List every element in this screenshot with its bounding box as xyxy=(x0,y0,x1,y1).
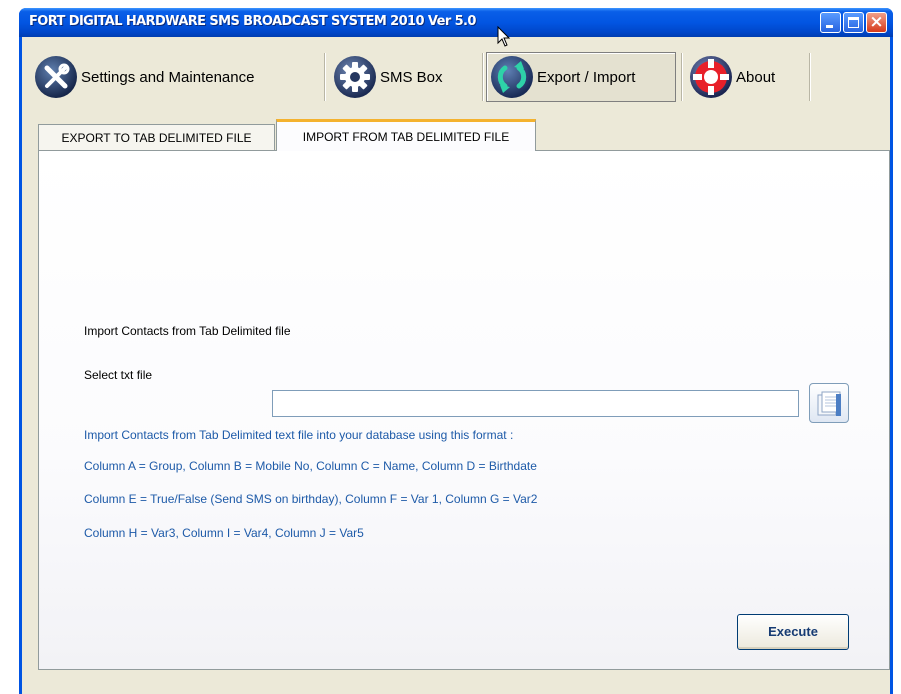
import-heading: Import Contacts from Tab Delimited file xyxy=(84,324,291,338)
wrench-screwdriver-icon xyxy=(34,55,78,99)
execute-button[interactable]: Execute xyxy=(737,614,849,650)
toolbar-separator xyxy=(809,53,811,101)
mouse-cursor-icon xyxy=(497,26,511,47)
refresh-arrows-icon xyxy=(490,55,534,99)
export-import-label: Export / Import xyxy=(537,68,636,86)
tab-import[interactable]: IMPORT FROM TAB DELIMITED FILE xyxy=(276,119,536,151)
folder-browse-icon xyxy=(817,391,841,416)
main-toolbar: Settings and Maintenance SMS Box Export … xyxy=(22,37,890,111)
close-icon: × xyxy=(869,12,884,32)
toolbar-separator xyxy=(324,53,326,101)
export-import-button[interactable]: Export / Import xyxy=(486,52,676,102)
select-file-label: Select txt file xyxy=(84,368,153,382)
format-intro-text: Import Contacts from Tab Delimited text … xyxy=(84,428,514,442)
format-line-1: Column A = Group, Column B = Mobile No, … xyxy=(84,459,537,473)
sms-box-button[interactable]: SMS Box xyxy=(329,52,477,102)
window-title: FORT DIGITAL HARDWARE SMS BROADCAST SYST… xyxy=(29,14,476,29)
settings-maintenance-label: Settings and Maintenance xyxy=(81,68,255,86)
maximize-button[interactable] xyxy=(843,12,864,33)
tab-export[interactable]: EXPORT TO TAB DELIMITED FILE xyxy=(38,124,275,150)
about-label: About xyxy=(736,68,776,86)
settings-maintenance-button[interactable]: Settings and Maintenance xyxy=(30,52,316,102)
format-line-3: Column H = Var3, Column I = Var4, Column… xyxy=(84,526,364,540)
tab-import-label: IMPORT FROM TAB DELIMITED FILE xyxy=(302,130,510,144)
gear-icon xyxy=(333,55,377,99)
toolbar-separator xyxy=(681,53,683,101)
browse-button[interactable] xyxy=(809,383,849,423)
about-button[interactable]: About xyxy=(685,52,805,102)
close-button[interactable]: × xyxy=(866,12,887,33)
toolbar-separator xyxy=(482,53,484,101)
title-bar[interactable]: FORT DIGITAL HARDWARE SMS BROADCAST SYST… xyxy=(19,8,893,37)
app-window: FORT DIGITAL HARDWARE SMS BROADCAST SYST… xyxy=(19,8,893,694)
format-line-2: Column E = True/False (Send SMS on birth… xyxy=(84,492,538,506)
import-panel: Import Contacts from Tab Delimited file … xyxy=(38,150,890,670)
lifebuoy-icon xyxy=(689,55,733,99)
file-path-input[interactable] xyxy=(272,390,799,417)
minimize-button[interactable] xyxy=(820,12,841,33)
client-area: Settings and Maintenance SMS Box Export … xyxy=(22,37,890,694)
tab-export-label: EXPORT TO TAB DELIMITED FILE xyxy=(61,131,252,145)
sms-box-label: SMS Box xyxy=(380,68,443,86)
